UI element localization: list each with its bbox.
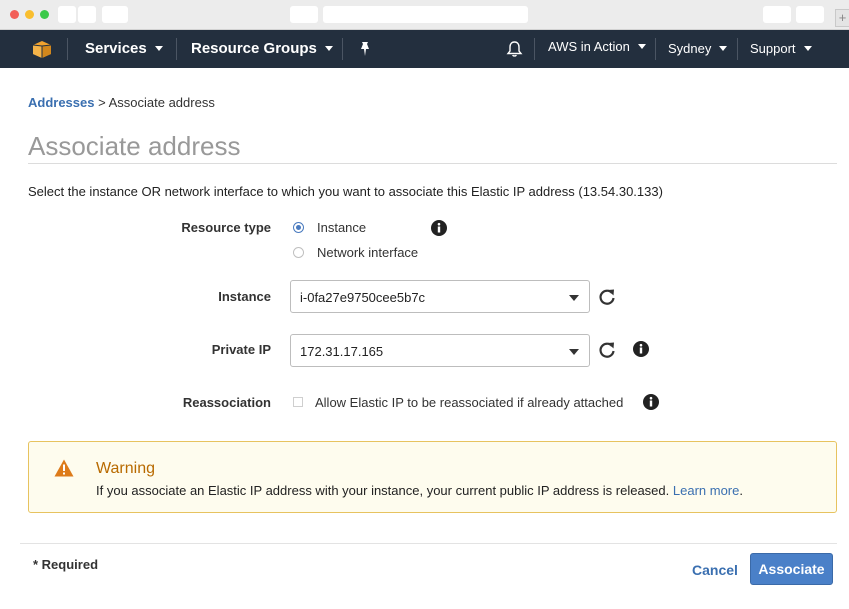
resource-groups-label: Resource Groups bbox=[191, 40, 317, 57]
private-ip-label: Private IP bbox=[211, 342, 271, 357]
breadcrumb-separator: > bbox=[98, 95, 106, 110]
region-menu[interactable]: Sydney bbox=[668, 30, 728, 68]
info-icon[interactable] bbox=[431, 220, 447, 236]
nav-separator bbox=[342, 38, 343, 60]
page-title: Associate address bbox=[28, 131, 241, 161]
radio-instance-label[interactable]: Instance bbox=[317, 220, 366, 235]
nav-separator bbox=[737, 38, 738, 60]
chevron-down-icon bbox=[803, 46, 812, 52]
refresh-icon[interactable] bbox=[598, 341, 616, 359]
warning-trailing: . bbox=[739, 483, 743, 498]
breadcrumb-current: Associate address bbox=[108, 95, 215, 110]
browser-sidebar-button[interactable] bbox=[102, 6, 128, 23]
title-divider bbox=[28, 163, 837, 164]
nav-separator bbox=[176, 38, 177, 60]
account-label: AWS in Action bbox=[548, 39, 630, 54]
footer-divider bbox=[20, 543, 837, 544]
support-label: Support bbox=[750, 41, 796, 56]
reassociation-label: Reassociation bbox=[182, 395, 271, 410]
chevron-down-icon bbox=[154, 45, 163, 51]
instance-label: Instance bbox=[218, 289, 271, 304]
reassociation-checkbox[interactable] bbox=[293, 397, 303, 407]
browser-back-button[interactable] bbox=[58, 6, 76, 23]
account-menu[interactable]: AWS in Action bbox=[548, 28, 646, 66]
warning-alert: Warning If you associate an Elastic IP a… bbox=[28, 441, 837, 513]
info-icon[interactable] bbox=[643, 394, 659, 410]
region-label: Sydney bbox=[668, 41, 712, 56]
window-zoom-button[interactable] bbox=[40, 10, 49, 19]
warning-icon bbox=[54, 459, 74, 477]
services-menu[interactable]: Services bbox=[85, 30, 163, 68]
warning-text: If you associate an Elastic IP address w… bbox=[96, 483, 743, 498]
chevron-down-icon bbox=[324, 45, 333, 51]
refresh-icon[interactable] bbox=[598, 288, 616, 306]
browser-toolbar: + bbox=[0, 0, 849, 30]
aws-cube-logo-icon[interactable] bbox=[32, 40, 52, 59]
window-minimize-button[interactable] bbox=[25, 10, 34, 19]
nav-separator bbox=[655, 38, 656, 60]
radio-network-interface[interactable] bbox=[293, 247, 304, 258]
private-ip-select[interactable]: 172.31.17.165 bbox=[290, 334, 590, 367]
resource-type-label: Resource type bbox=[181, 220, 271, 235]
browser-forward-button[interactable] bbox=[78, 6, 96, 23]
nav-separator bbox=[534, 38, 535, 60]
breadcrumb-addresses-link[interactable]: Addresses bbox=[28, 95, 94, 110]
browser-privacy-button[interactable] bbox=[290, 6, 318, 23]
browser-tabs-button[interactable] bbox=[796, 6, 824, 23]
chevron-down-icon bbox=[637, 44, 646, 50]
browser-share-button[interactable] bbox=[763, 6, 791, 23]
associate-button[interactable]: Associate bbox=[750, 553, 833, 585]
instance-select[interactable]: i-0fa27e9750cee5b7c bbox=[290, 280, 590, 313]
warning-message: If you associate an Elastic IP address w… bbox=[96, 483, 670, 498]
breadcrumb: Addresses > Associate address bbox=[28, 95, 215, 110]
nav-separator bbox=[67, 38, 68, 60]
chevron-down-icon bbox=[719, 46, 728, 52]
pin-icon[interactable] bbox=[358, 41, 372, 57]
info-icon[interactable] bbox=[633, 341, 649, 357]
instance-select-value: i-0fa27e9750cee5b7c bbox=[300, 290, 426, 305]
services-label: Services bbox=[85, 40, 147, 57]
intro-text: Select the instance OR network interface… bbox=[28, 184, 663, 199]
aws-top-nav: Services Resource Groups AWS in Action S… bbox=[0, 30, 849, 68]
private-ip-select-value: 172.31.17.165 bbox=[300, 344, 384, 359]
cancel-button[interactable]: Cancel bbox=[692, 562, 738, 578]
warning-title: Warning bbox=[96, 460, 155, 477]
window-close-button[interactable] bbox=[10, 10, 19, 19]
browser-address-bar[interactable] bbox=[323, 6, 528, 23]
dropdown-arrow-icon bbox=[569, 349, 579, 355]
reassociation-checkbox-label[interactable]: Allow Elastic IP to be reassociated if a… bbox=[315, 395, 623, 410]
required-note: * Required bbox=[33, 557, 99, 572]
radio-network-interface-label[interactable]: Network interface bbox=[317, 245, 418, 260]
new-tab-button[interactable]: + bbox=[835, 9, 849, 27]
support-menu[interactable]: Support bbox=[750, 30, 812, 68]
bell-icon[interactable] bbox=[506, 40, 523, 58]
resource-groups-menu[interactable]: Resource Groups bbox=[191, 30, 333, 68]
learn-more-link[interactable]: Learn more bbox=[673, 483, 739, 498]
dropdown-arrow-icon bbox=[569, 295, 579, 301]
radio-instance[interactable] bbox=[293, 222, 304, 233]
